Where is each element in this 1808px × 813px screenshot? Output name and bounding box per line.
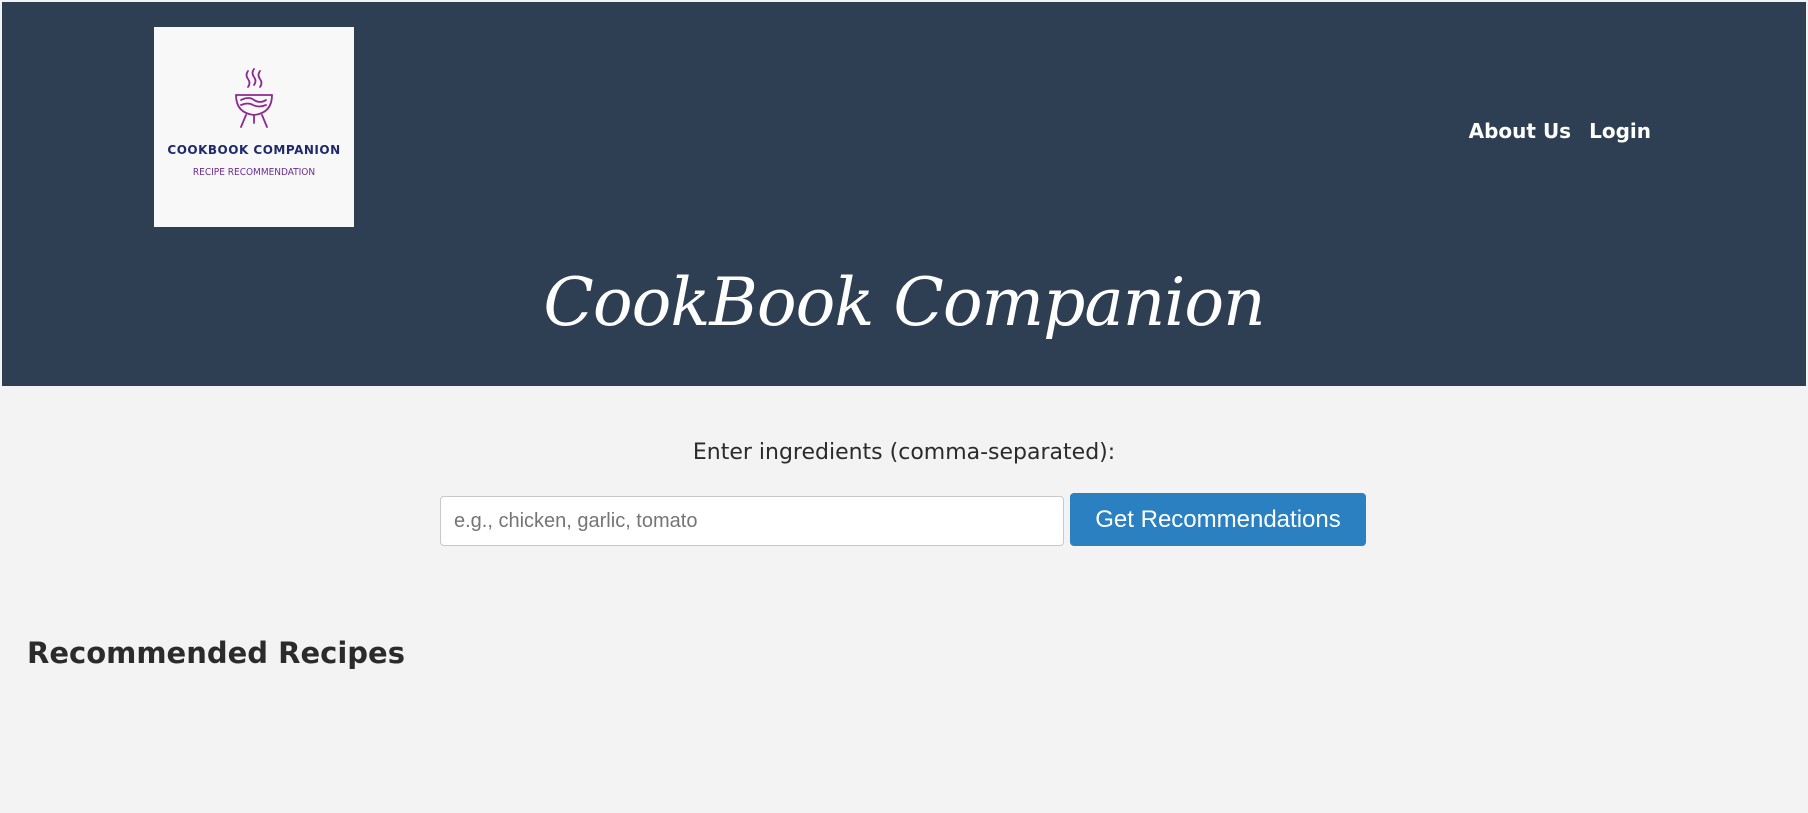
ingredients-label: Enter ingredients (comma-separated): [692,440,1116,465]
grill-pot-icon [235,68,273,128]
top-nav: About Us Login [1469,119,1651,143]
logo-subtitle: RECIPE RECOMMENDATION [192,167,316,178]
site-header: COOKBOOK COMPANION RECIPE RECOMMENDATION… [2,2,1806,386]
nav-about-us-link[interactable]: About Us [1469,119,1571,143]
get-recommendations-button[interactable]: Get Recommendations [1070,493,1366,546]
site-title: CookBook Companion [543,264,1265,341]
logo-title: COOKBOOK COMPANION [167,143,341,157]
page: COOKBOOK COMPANION RECIPE RECOMMENDATION… [0,0,1808,813]
site-logo[interactable]: COOKBOOK COMPANION RECIPE RECOMMENDATION [154,27,354,227]
ingredients-input[interactable] [440,496,1064,546]
recommended-recipes-heading: Recommended Recipes [27,636,405,670]
nav-login-link[interactable]: Login [1589,119,1651,143]
